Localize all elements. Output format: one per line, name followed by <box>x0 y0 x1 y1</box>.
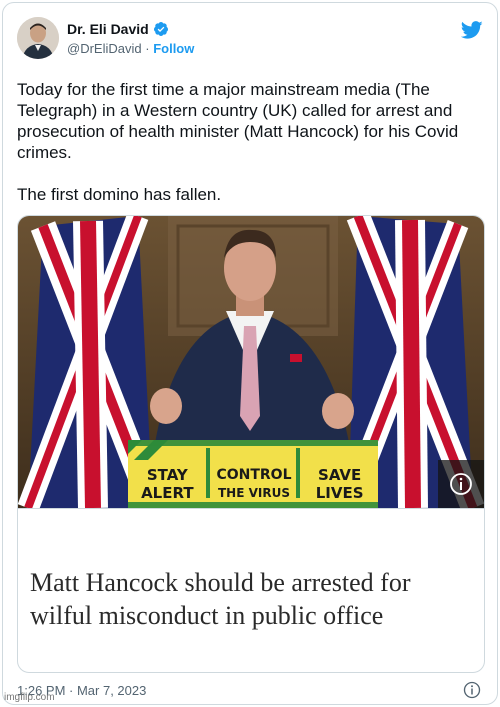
imgflip-watermark: imgflip.com <box>4 692 55 703</box>
author-handle[interactable]: @DrEliDavid <box>67 41 142 56</box>
info-icon <box>450 473 472 495</box>
sign-control: CONTROL <box>216 467 292 483</box>
tweet-text: Today for the first time a major mainstr… <box>17 80 459 204</box>
card-image[interactable]: STAY ALERT CONTROL THE VIRUS SAVE LIVES <box>18 216 484 508</box>
avatar[interactable] <box>17 17 59 59</box>
handle-separator: · <box>145 41 150 56</box>
verified-badge-icon <box>153 22 168 36</box>
card-headline[interactable]: Matt Hancock should be arrested for wilf… <box>30 566 470 632</box>
avatar-photo <box>17 17 59 59</box>
info-icon[interactable] <box>463 681 481 699</box>
tweet-header: Dr. Eli David @DrEliDavid · Follow <box>17 15 483 65</box>
follow-link[interactable]: Follow <box>153 41 194 56</box>
sign-lives: LIVES <box>315 484 364 502</box>
sign-stay: STAY <box>146 466 188 484</box>
author-display-name[interactable]: Dr. Eli David <box>67 21 149 37</box>
sign-the-virus: THE VIRUS <box>217 486 290 500</box>
sign-text: STAY ALERT CONTROL THE VIRUS SAVE LIVES <box>128 460 378 508</box>
twitter-bird-icon[interactable] <box>461 19 483 41</box>
media-info-button[interactable] <box>438 460 484 508</box>
sign-alert: ALERT <box>141 484 194 502</box>
card-divider <box>18 508 484 509</box>
link-card[interactable]: STAY ALERT CONTROL THE VIRUS SAVE LIVES <box>17 215 485 673</box>
tweet-embed: Dr. Eli David @DrEliDavid · Follow Today… <box>2 2 498 705</box>
sign-save: SAVE <box>318 466 362 484</box>
author-info: Dr. Eli David @DrEliDavid · Follow <box>67 21 194 56</box>
